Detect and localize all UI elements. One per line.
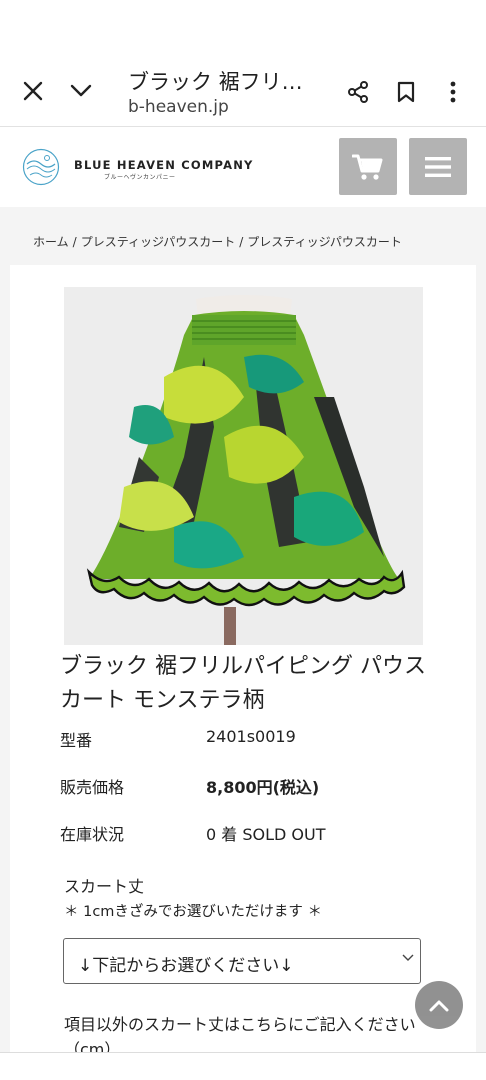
price-label: 販売価格	[60, 778, 125, 797]
skirt-length-note: ＊ 1cmきざみでお選びいただけます ＊	[64, 904, 323, 920]
more-menu-button[interactable]	[436, 74, 470, 110]
chevron-up-icon	[429, 1000, 449, 1011]
model-label: 型番	[60, 731, 93, 750]
more-vertical-icon	[450, 81, 456, 103]
product-title: ブラック 裾フリルパイピング パウスカート モンステラ柄	[60, 654, 426, 713]
chevron-down-icon	[70, 84, 92, 97]
minimize-button[interactable]	[62, 72, 100, 110]
bookmark-button[interactable]	[388, 74, 424, 110]
stock-value: 0 着 SOLD OUT	[206, 825, 326, 844]
close-tab-button[interactable]	[14, 72, 52, 110]
breadcrumb-current[interactable]: プレスティッジパウスカート	[247, 235, 402, 249]
scroll-to-top-button[interactable]	[415, 981, 463, 1029]
stock-label: 在庫状況	[60, 825, 125, 844]
model-value: 2401s0019	[206, 727, 296, 746]
menu-button[interactable]	[409, 138, 467, 195]
tab-title[interactable]: ブラック 裾フリ…	[128, 66, 303, 96]
breadcrumb-category[interactable]: プレスティッジパウスカート	[81, 235, 236, 249]
status-bar	[0, 0, 486, 56]
close-icon	[23, 81, 43, 101]
browser-toolbar: ブラック 裾フリ… b-heaven.jp	[0, 56, 486, 127]
tab-url[interactable]: b-heaven.jp	[128, 97, 229, 117]
skirt-length-label: スカート丈	[64, 877, 145, 896]
bottom-bar	[0, 1053, 486, 1080]
breadcrumb-home[interactable]: ホーム	[33, 235, 69, 249]
logo-icon[interactable]	[22, 148, 60, 186]
share-button[interactable]	[340, 74, 376, 110]
breadcrumb-separator: /	[239, 235, 244, 249]
logo-subtext: ブルーヘヴンカンパニー	[104, 174, 176, 181]
breadcrumb-separator: /	[72, 235, 77, 249]
chevron-down-icon	[402, 954, 414, 961]
skirt-length-select[interactable]: ↓下記からお選びください↓	[63, 938, 421, 984]
breadcrumb: ホーム / プレスティッジパウスカート / プレスティッジパウスカート	[33, 233, 402, 250]
bookmark-icon	[397, 81, 415, 103]
cart-button[interactable]	[339, 138, 397, 195]
share-icon	[348, 81, 368, 103]
cart-icon	[352, 154, 383, 180]
hamburger-icon	[425, 156, 451, 177]
select-value: ↓下記からお選びください↓	[78, 956, 294, 976]
site-header: BLUE HEAVEN COMPANY ブルーヘヴンカンパニー	[0, 127, 486, 207]
product-image[interactable]	[64, 287, 423, 645]
logo-text[interactable]: BLUE HEAVEN COMPANY	[74, 158, 254, 172]
price-value: 8,800円(税込)	[206, 778, 320, 797]
